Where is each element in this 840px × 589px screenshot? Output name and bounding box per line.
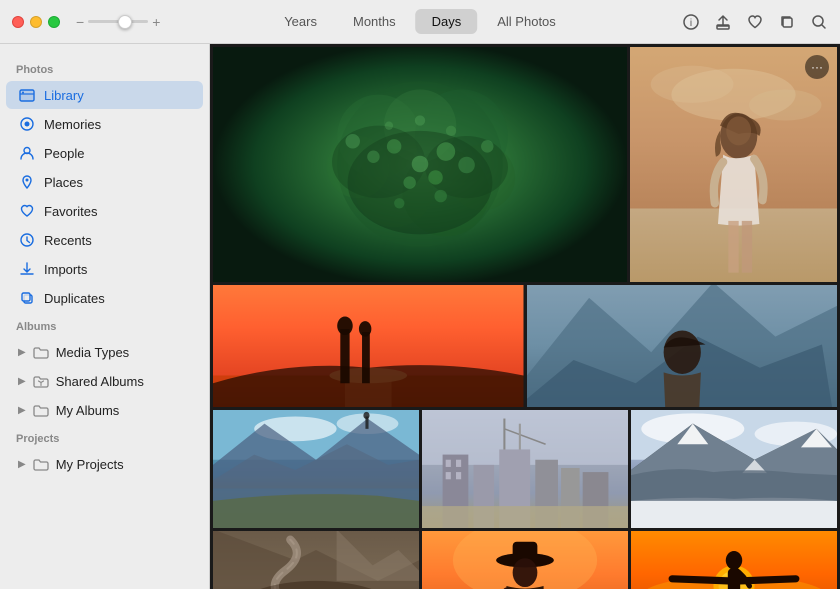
sidebar-item-recents[interactable]: Recents — [6, 226, 203, 254]
photo-grid: ··· — [210, 44, 840, 589]
recents-icon — [18, 231, 36, 249]
people-label: People — [44, 146, 84, 161]
sidebar-group-my-projects[interactable]: ▶ My Projects — [6, 450, 203, 478]
my-albums-label: My Albums — [56, 403, 120, 418]
chevron-icon: ▶ — [18, 405, 26, 416]
section-photos-label: Photos — [0, 56, 209, 80]
svg-text:i: i — [690, 18, 692, 29]
photo-woman-beach[interactable]: ··· — [630, 47, 837, 282]
grid-row-3 — [213, 410, 837, 528]
photo-snow-mountains[interactable] — [631, 410, 837, 528]
library-label: Library — [44, 88, 84, 103]
zoom-minus-icon[interactable]: − — [76, 14, 84, 30]
folder-icon — [32, 343, 50, 361]
duplicates-icon — [18, 289, 36, 307]
photo-winding-road[interactable] — [213, 531, 419, 589]
memories-label: Memories — [44, 117, 101, 132]
imports-label: Imports — [44, 262, 87, 277]
photo-woman-mountains[interactable] — [527, 285, 838, 407]
media-types-label: Media Types — [56, 345, 129, 360]
places-icon — [18, 173, 36, 191]
sidebar-item-library[interactable]: Library — [6, 81, 203, 109]
people-icon — [18, 144, 36, 162]
sidebar-item-memories[interactable]: Memories — [6, 110, 203, 138]
photo-sunset-silhouette[interactable] — [213, 285, 524, 407]
section-projects-label: Projects — [0, 425, 209, 449]
memories-icon — [18, 115, 36, 133]
titlebar: − + Years Months Days All Photos i — [0, 0, 840, 44]
minimize-button[interactable] — [30, 16, 42, 28]
toolbar-icons: i — [682, 13, 828, 31]
zoom-plus-icon[interactable]: + — [152, 14, 160, 30]
sidebar-item-imports[interactable]: Imports — [6, 255, 203, 283]
my-projects-label: My Projects — [56, 457, 124, 472]
tab-all-photos[interactable]: All Photos — [481, 9, 572, 34]
tab-days[interactable]: Days — [416, 9, 478, 34]
tab-months[interactable]: Months — [337, 9, 412, 34]
grid-row-2 — [213, 285, 837, 407]
traffic-lights — [0, 16, 60, 28]
share-icon[interactable] — [714, 13, 732, 31]
slider-track[interactable] — [88, 20, 148, 23]
slider-thumb[interactable] — [118, 15, 132, 29]
photo-woman-hat-sunset[interactable] — [422, 531, 628, 589]
photo-mountains-lake[interactable] — [213, 410, 419, 528]
grid-row-4 — [213, 531, 837, 589]
more-options-button[interactable]: ··· — [805, 55, 829, 79]
sidebar-group-shared-albums[interactable]: ▶ Shared Albums — [6, 367, 203, 395]
tab-years[interactable]: Years — [268, 9, 333, 34]
favorites-icon — [18, 202, 36, 220]
sidebar-item-favorites[interactable]: Favorites — [6, 197, 203, 225]
favorite-icon[interactable] — [746, 13, 764, 31]
photo-woman-arms-out[interactable] — [631, 531, 837, 589]
recents-label: Recents — [44, 233, 92, 248]
folder-icon — [32, 455, 50, 473]
sidebar-group-my-albums[interactable]: ▶ My Albums — [6, 396, 203, 424]
folder-icon — [32, 401, 50, 419]
chevron-icon: ▶ — [18, 376, 26, 387]
sidebar-item-places[interactable]: Places — [6, 168, 203, 196]
sidebar-group-media-types[interactable]: ▶ Media Types — [6, 338, 203, 366]
chevron-icon: ▶ — [18, 459, 26, 470]
photo-forest-aerial[interactable] — [213, 47, 627, 282]
tab-group: Years Months Days All Photos — [268, 9, 572, 34]
sidebar: Photos Library Memories — [0, 44, 210, 589]
sidebar-item-people[interactable]: People — [6, 139, 203, 167]
section-albums-label: Albums — [0, 313, 209, 337]
duplicates-label: Duplicates — [44, 291, 105, 306]
main-content: Photos Library Memories — [0, 44, 840, 589]
places-label: Places — [44, 175, 83, 190]
maximize-button[interactable] — [48, 16, 60, 28]
chevron-icon: ▶ — [18, 347, 26, 358]
imports-icon — [18, 260, 36, 278]
shared-folder-icon — [32, 372, 50, 390]
grid-row-1: ··· — [213, 47, 837, 282]
zoom-slider[interactable]: − + — [76, 14, 160, 30]
shared-albums-label: Shared Albums — [56, 374, 144, 389]
info-icon[interactable]: i — [682, 13, 700, 31]
close-button[interactable] — [12, 16, 24, 28]
favorites-label: Favorites — [44, 204, 97, 219]
photo-castle-town[interactable] — [422, 410, 628, 528]
sidebar-item-duplicates[interactable]: Duplicates — [6, 284, 203, 312]
duplicate-icon[interactable] — [778, 13, 796, 31]
search-icon[interactable] — [810, 13, 828, 31]
library-icon — [18, 86, 36, 104]
